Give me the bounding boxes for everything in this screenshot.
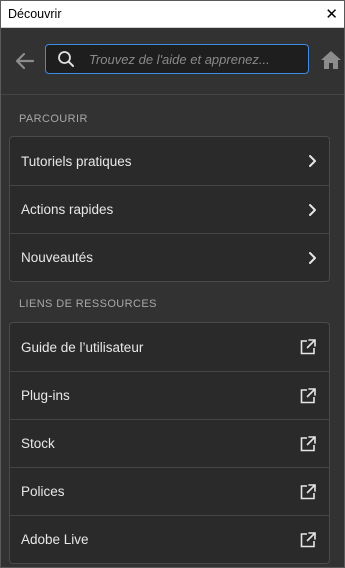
close-icon[interactable]: ✕	[325, 7, 338, 22]
resource-item-fonts[interactable]: Polices	[10, 467, 329, 515]
chevron-right-icon	[309, 251, 316, 264]
list-item-label: Actions rapides	[21, 202, 114, 217]
discover-panel: Découvrir ✕ PARCOURIR Tutoriels pratique…	[0, 0, 345, 568]
list-item-label: Adobe Live	[21, 532, 89, 547]
search-input[interactable]	[87, 50, 308, 68]
list-item-label: Nouveautés	[21, 250, 94, 265]
external-link-icon	[300, 339, 316, 355]
resources-section-title: LIENS DE RESSOURCES	[19, 298, 157, 310]
window-title: Découvrir	[8, 7, 62, 21]
arrow-left-icon[interactable]	[13, 49, 37, 73]
home-icon[interactable]	[320, 50, 342, 70]
resources-list: Guide de l’utilisateur Plug-ins Stock Po…	[9, 322, 330, 564]
resource-item-adobe-live[interactable]: Adobe Live	[10, 515, 329, 563]
browse-item-tutorials[interactable]: Tutoriels pratiques	[10, 137, 329, 185]
external-link-icon	[300, 531, 316, 547]
resource-item-stock[interactable]: Stock	[10, 419, 329, 467]
list-item-label: Stock	[21, 436, 55, 451]
browse-list: Tutoriels pratiques Actions rapides Nouv…	[9, 136, 330, 282]
external-link-icon	[300, 387, 316, 403]
browse-item-whats-new[interactable]: Nouveautés	[10, 233, 329, 281]
search-field[interactable]	[45, 44, 309, 74]
browse-item-quick-actions[interactable]: Actions rapides	[10, 185, 329, 233]
list-item-label: Polices	[21, 484, 65, 499]
external-link-icon	[300, 435, 316, 451]
resource-item-plugins[interactable]: Plug-ins	[10, 371, 329, 419]
search-header	[1, 28, 344, 95]
magnifier-icon	[58, 51, 74, 67]
external-link-icon	[300, 483, 316, 499]
chevron-right-icon	[309, 203, 316, 216]
list-item-label: Guide de l’utilisateur	[21, 339, 144, 355]
chevron-right-icon	[309, 155, 316, 167]
title-bar: Découvrir ✕	[1, 1, 344, 28]
list-item-label: Plug-ins	[21, 388, 70, 403]
list-item-label: Tutoriels pratiques	[21, 153, 132, 169]
resource-item-user-guide[interactable]: Guide de l’utilisateur	[10, 323, 329, 371]
browse-section-title: PARCOURIR	[19, 113, 88, 125]
